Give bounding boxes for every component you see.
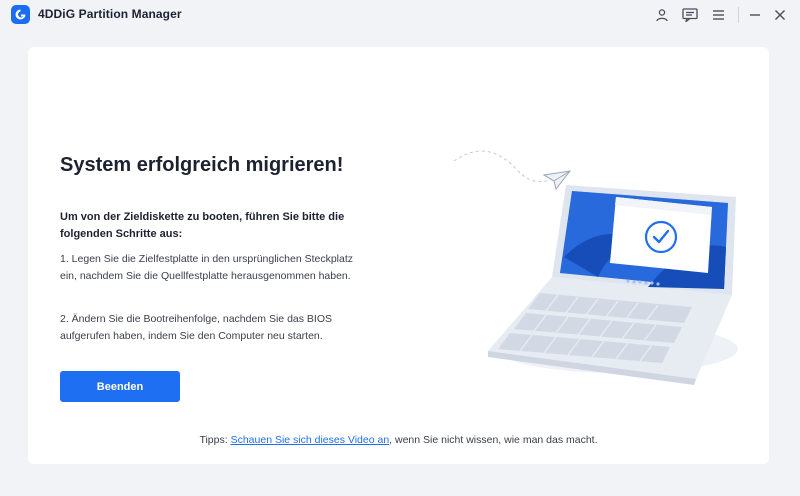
- paper-plane-icon: [453, 150, 572, 191]
- tips-prefix: Tipps:: [199, 434, 231, 446]
- page-title: System erfolgreich migrieren!: [60, 154, 344, 176]
- main-card: System erfolgreich migrieren! Um von der…: [28, 47, 769, 464]
- menu-icon[interactable]: [708, 5, 728, 25]
- title-bar: 4DDiG Partition Manager: [0, 0, 800, 30]
- user-icon[interactable]: [652, 5, 672, 25]
- tips-text: Tipps: Schauen Sie sich dieses Video an,…: [28, 434, 769, 446]
- minimize-icon[interactable]: [745, 5, 765, 25]
- app-title: 4DDiG Partition Manager: [38, 7, 182, 21]
- step-2-text: 2. Ändern Sie die Bootreihenfolge, nachd…: [60, 313, 333, 342]
- close-icon[interactable]: [770, 5, 790, 25]
- laptop-illustration: [448, 127, 748, 392]
- finish-button[interactable]: Beenden: [60, 371, 180, 402]
- feedback-icon[interactable]: [680, 5, 700, 25]
- video-link[interactable]: Schauen Sie sich dieses Video an: [231, 434, 390, 446]
- step-1-text: 1. Legen Sie die Zielfestplatte in den u…: [60, 253, 354, 282]
- tips-suffix: , wenn Sie nicht wissen, wie man das mac…: [389, 434, 598, 446]
- app-logo-icon: [11, 5, 30, 24]
- titlebar-divider: [738, 7, 739, 23]
- instructions-title: Um von der Zieldiskette zu booten, führe…: [60, 211, 345, 240]
